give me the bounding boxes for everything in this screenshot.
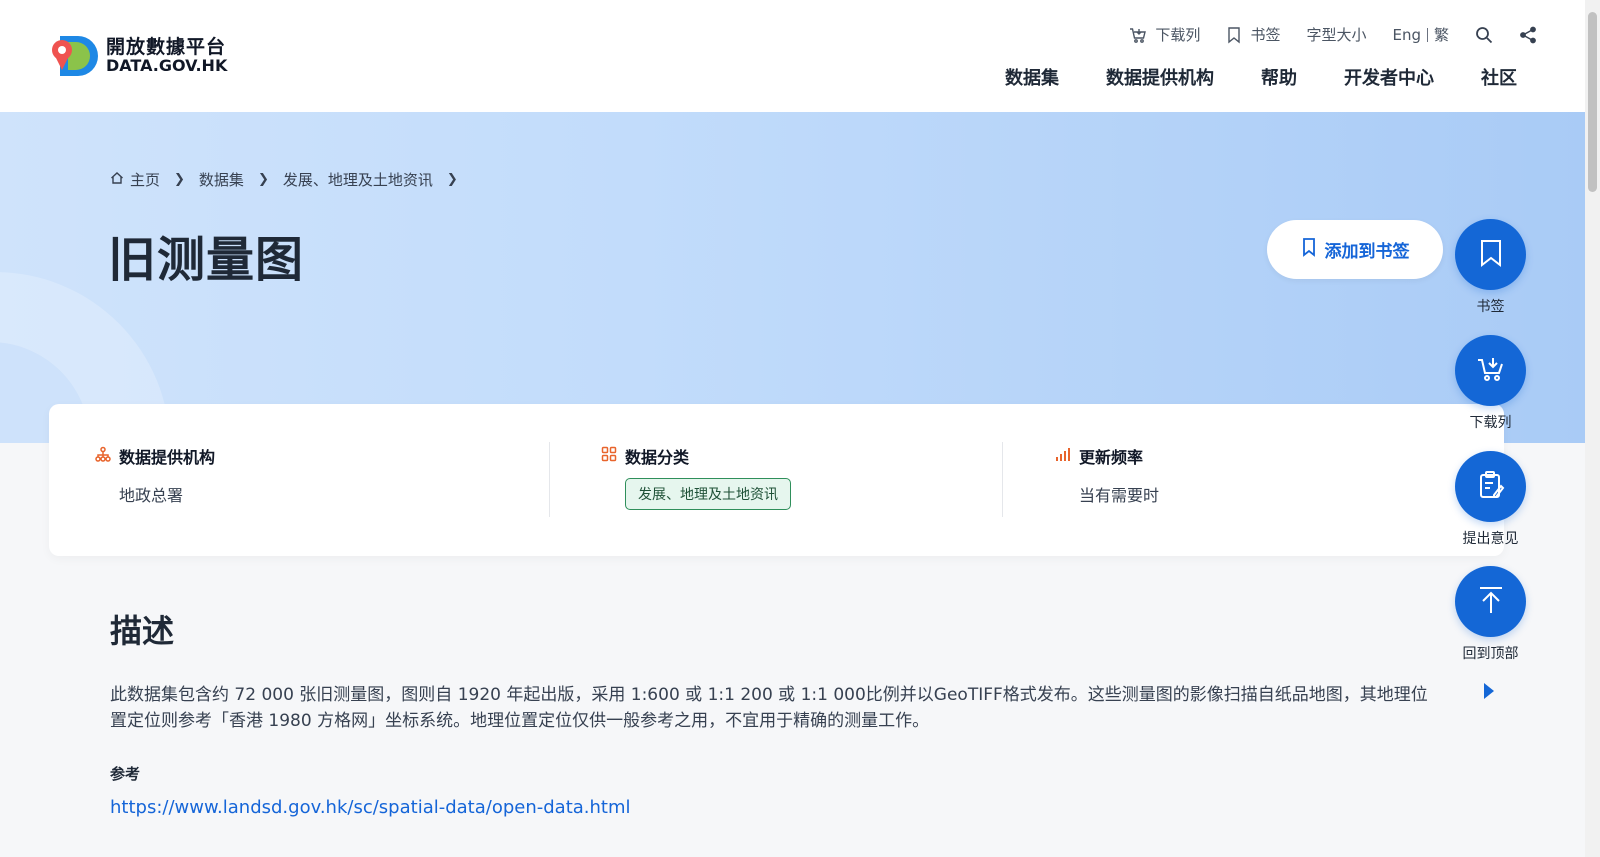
category-tag[interactable]: 发展、地理及土地资讯 <box>625 478 791 510</box>
frequency-value: 当有需要时 <box>1079 486 1160 505</box>
fab-expand-arrow-icon[interactable] <box>1484 683 1494 699</box>
signal-bars-icon <box>1055 446 1071 466</box>
fab-back-to-top[interactable]: 回到顶部 <box>1455 566 1526 663</box>
breadcrumb-datasets[interactable]: 数据集 <box>199 169 244 190</box>
home-icon <box>110 171 124 189</box>
font-size-button[interactable]: 字型大小 <box>1306 24 1366 45</box>
search-icon[interactable] <box>1475 26 1493 44</box>
bookmark-icon <box>1301 237 1317 262</box>
bookmark-link[interactable]: 书签 <box>1226 24 1280 45</box>
grid-icon <box>601 446 617 466</box>
frequency-label: 更新频率 <box>1079 448 1144 467</box>
dataset-info-card: 数据提供机构 地政总署 数据分类 发展、地理及土地资讯 更新频率 当有需要时 <box>49 404 1504 556</box>
add-bookmark-label: 添加到书签 <box>1324 242 1410 262</box>
scrollbar-thumb[interactable] <box>1588 12 1597 192</box>
site-logo[interactable]: 開放數據平台 DATA.GOV.HK <box>50 30 227 82</box>
page-title: 旧测量图 <box>108 232 305 288</box>
description-text: 此数据集包含约 72 000 张旧测量图，图则自 1920 年起出版，采用 1:… <box>110 685 1428 731</box>
share-icon[interactable] <box>1519 26 1537 44</box>
nav-help[interactable]: 帮助 <box>1261 64 1297 90</box>
nav-datasets[interactable]: 数据集 <box>1005 64 1059 90</box>
nav-providers[interactable]: 数据提供机构 <box>1106 64 1214 90</box>
fab-feedback-label: 提出意见 <box>1462 531 1519 547</box>
fab-feedback[interactable]: 提出意见 <box>1455 451 1526 548</box>
logo-text-en: DATA.GOV.HK <box>106 55 228 75</box>
download-list-label: 下载列 <box>1155 26 1201 44</box>
bookmark-icon <box>1226 26 1242 44</box>
lang-separator <box>1426 27 1428 42</box>
category-label: 数据分类 <box>625 448 690 467</box>
description-heading: 描述 <box>110 612 175 650</box>
bookmark-label: 书签 <box>1250 26 1281 44</box>
arrow-up-icon <box>1477 585 1505 619</box>
add-bookmark-button[interactable]: 添加到书签 <box>1267 220 1443 279</box>
breadcrumb: 主页 ❯ 数据集 ❯ 发展、地理及土地资讯 ❯ <box>110 169 458 190</box>
download-list-link[interactable]: 下载列 <box>1129 24 1200 45</box>
main-nav: 数据集 数据提供机构 帮助 开发者中心 社区 <box>1005 64 1517 90</box>
info-divider <box>1002 442 1003 517</box>
scrollbar[interactable] <box>1585 0 1600 857</box>
clipboard-edit-icon <box>1477 470 1505 504</box>
hero-banner: 主页 ❯ 数据集 ❯ 发展、地理及土地资讯 ❯ 旧测量图 添加到书签 <box>0 112 1585 443</box>
breadcrumb-home-label: 主页 <box>130 171 161 189</box>
reference-link[interactable]: https://www.landsd.gov.hk/sc/spatial-dat… <box>110 797 631 818</box>
provider-label: 数据提供机构 <box>119 448 216 467</box>
category-section: 数据分类 发展、地理及土地资讯 <box>601 444 791 510</box>
bookmark-icon <box>1478 238 1504 272</box>
site-header: 開放數據平台 DATA.GOV.HK 下载列 书签 字型大小 Eng 繁 数据集… <box>0 0 1585 112</box>
info-divider <box>549 442 550 517</box>
fab-download-list-label: 下载列 <box>1469 415 1512 431</box>
logo-icon <box>50 30 102 82</box>
language-switcher: Eng 繁 <box>1392 24 1449 45</box>
chevron-right-icon: ❯ <box>174 172 185 187</box>
cart-icon <box>1129 26 1147 44</box>
fab-back-to-top-label: 回到顶部 <box>1462 646 1519 662</box>
fab-bookmark-label: 书签 <box>1476 299 1505 315</box>
chevron-right-icon: ❯ <box>446 172 458 187</box>
breadcrumb-home[interactable]: 主页 <box>110 169 160 190</box>
lang-tc-link[interactable]: 繁 <box>1434 24 1449 45</box>
cart-icon <box>1476 355 1506 387</box>
provider-section: 数据提供机构 地政总署 <box>95 444 215 506</box>
utility-bar: 下载列 书签 字型大小 Eng 繁 <box>1129 24 1537 45</box>
breadcrumb-category[interactable]: 发展、地理及土地资讯 <box>283 169 433 190</box>
chevron-right-icon: ❯ <box>257 172 269 187</box>
logo-text-cn: 開放數據平台 <box>106 35 227 58</box>
org-chart-icon <box>95 446 111 466</box>
nav-community[interactable]: 社区 <box>1481 64 1517 90</box>
frequency-section: 更新频率 当有需要时 <box>1055 444 1159 506</box>
lang-en-link[interactable]: Eng <box>1392 26 1421 44</box>
fab-bookmark[interactable]: 书签 <box>1455 219 1526 316</box>
provider-value[interactable]: 地政总署 <box>119 482 215 506</box>
nav-developer[interactable]: 开发者中心 <box>1344 64 1434 90</box>
reference-heading: 参考 <box>110 765 141 783</box>
fab-download-list[interactable]: 下载列 <box>1455 335 1526 432</box>
